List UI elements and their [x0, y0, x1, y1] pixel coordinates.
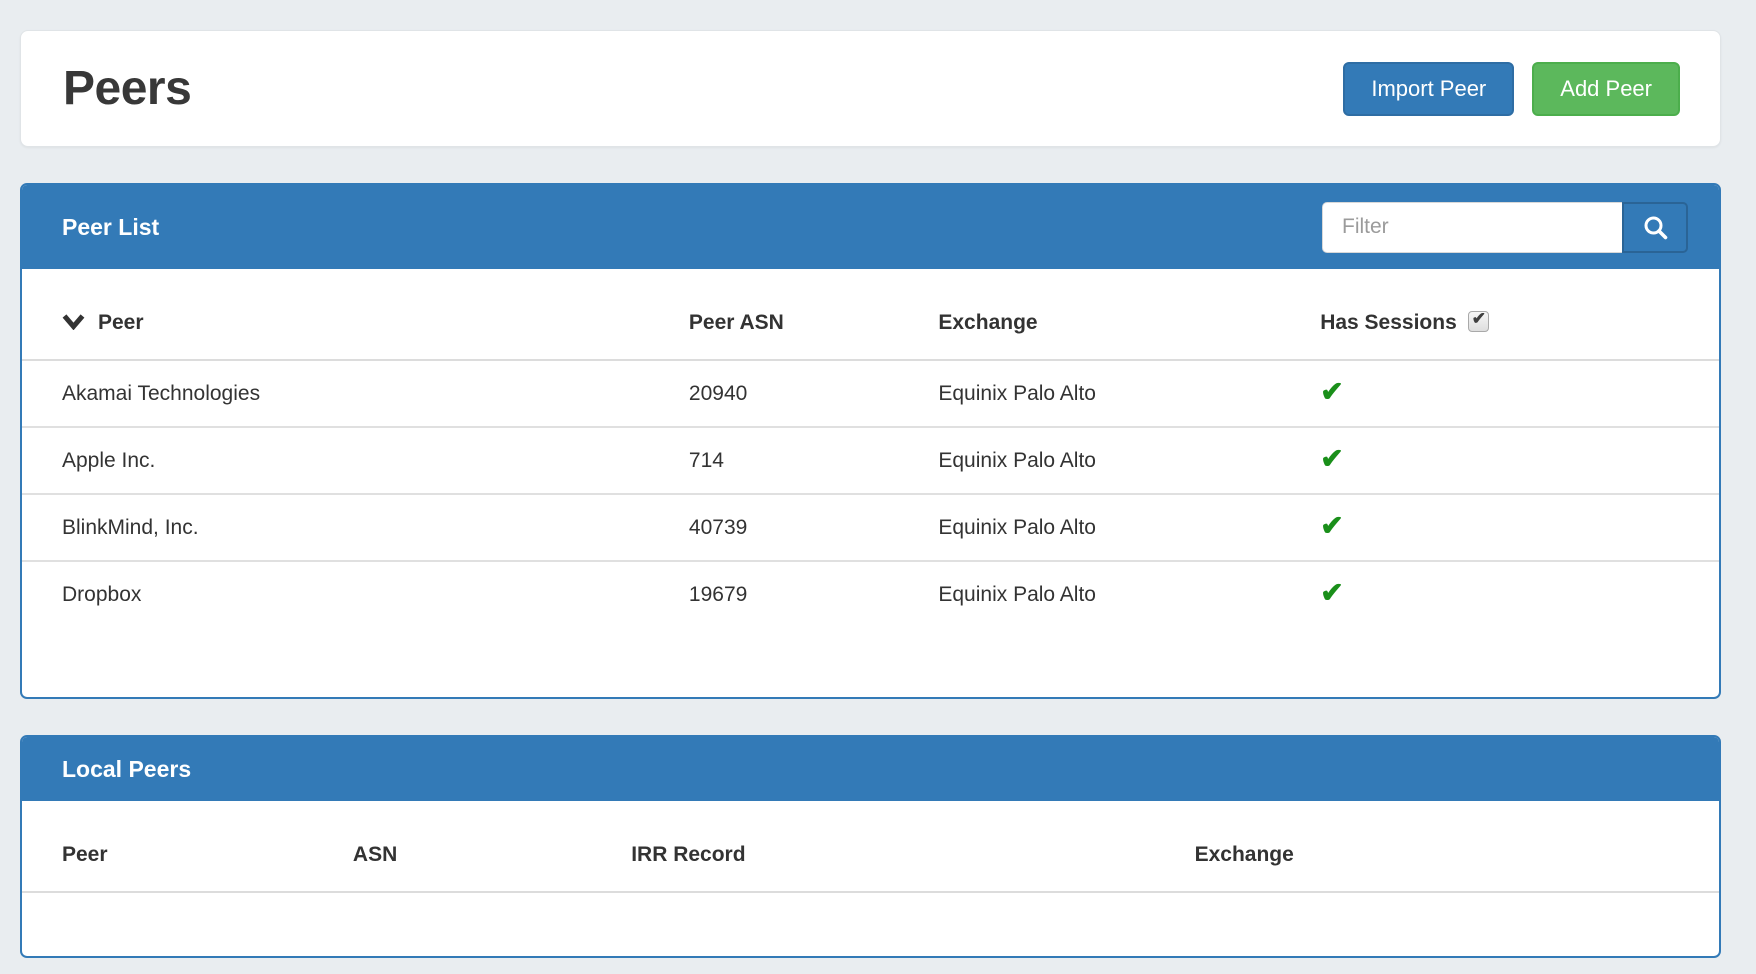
peer-has-sessions-cell	[1320, 427, 1719, 494]
peer-list-table: Peer Peer ASN Exchange Has Sessions Akam…	[22, 269, 1719, 627]
peer-list-title: Peer List	[62, 214, 159, 241]
peer-has-sessions-cell	[1320, 561, 1719, 627]
peer-table-row[interactable]: Dropbox 19679 Equinix Palo Alto	[22, 561, 1719, 627]
peer-asn-cell: 40739	[689, 494, 938, 561]
peer-exchange-cell: Equinix Palo Alto	[938, 494, 1320, 561]
column-label-local-exchange: Exchange	[1195, 843, 1294, 866]
peer-table-row[interactable]: Apple Inc. 714 Equinix Palo Alto	[22, 427, 1719, 494]
column-header-local-peer: Peer	[22, 801, 353, 892]
peer-table-row[interactable]: Akamai Technologies 20940 Equinix Palo A…	[22, 360, 1719, 427]
has-sessions-checkbox[interactable]	[1468, 311, 1489, 332]
check-icon	[1320, 510, 1343, 541]
check-icon	[1320, 443, 1343, 474]
column-header-peer-asn[interactable]: Peer ASN	[689, 269, 938, 360]
local-peers-panel: Local Peers Peer ASN IRR Record Exchange	[20, 735, 1721, 958]
peer-list-heading: Peer List	[22, 185, 1719, 269]
add-peer-button[interactable]: Add Peer	[1532, 62, 1680, 116]
peer-name-cell: Apple Inc.	[22, 427, 689, 494]
peer-table-row[interactable]: BlinkMind, Inc. 40739 Equinix Palo Alto	[22, 494, 1719, 561]
column-label-exchange: Exchange	[938, 311, 1037, 334]
local-peers-empty-row	[22, 892, 1719, 956]
peer-name-cell: Akamai Technologies	[22, 360, 689, 427]
peer-exchange-cell: Equinix Palo Alto	[938, 561, 1320, 627]
column-header-peer[interactable]: Peer	[22, 269, 689, 360]
peer-has-sessions-cell	[1320, 360, 1719, 427]
peer-list-bottom-spacer	[22, 627, 1719, 697]
filter-group	[1322, 202, 1688, 253]
page-title: Peers	[63, 61, 191, 116]
page-header-panel: Peers Import Peer Add Peer	[20, 30, 1721, 147]
local-peers-title: Local Peers	[62, 756, 191, 783]
column-header-has-sessions[interactable]: Has Sessions	[1320, 269, 1719, 360]
peer-asn-cell: 714	[689, 427, 938, 494]
peer-name-cell: Dropbox	[22, 561, 689, 627]
column-label-has-sessions: Has Sessions	[1320, 311, 1457, 334]
column-header-exchange[interactable]: Exchange	[938, 269, 1320, 360]
search-icon	[1642, 214, 1669, 241]
import-peer-button[interactable]: Import Peer	[1343, 62, 1514, 116]
peer-asn-cell: 19679	[689, 561, 938, 627]
local-peers-table: Peer ASN IRR Record Exchange	[22, 801, 1719, 956]
column-label-local-irr-record: IRR Record	[631, 843, 745, 866]
peer-asn-cell: 20940	[689, 360, 938, 427]
column-label-local-peer: Peer	[62, 843, 108, 866]
peer-exchange-cell: Equinix Palo Alto	[938, 427, 1320, 494]
search-button[interactable]	[1622, 202, 1688, 253]
peer-exchange-cell: Equinix Palo Alto	[938, 360, 1320, 427]
check-icon	[1320, 376, 1343, 407]
header-buttons: Import Peer Add Peer	[1343, 62, 1680, 116]
local-peers-heading: Local Peers	[22, 737, 1719, 801]
sort-chevron-down-icon	[62, 314, 85, 330]
column-header-local-asn: ASN	[353, 801, 631, 892]
page: Peers Import Peer Add Peer Peer List	[0, 0, 1756, 974]
peer-list-header-row: Peer Peer ASN Exchange Has Sessions	[22, 269, 1719, 360]
column-header-local-exchange: Exchange	[1195, 801, 1719, 892]
check-icon	[1320, 577, 1343, 608]
column-label-local-asn: ASN	[353, 843, 397, 866]
filter-input[interactable]	[1322, 202, 1622, 253]
local-peers-header-row: Peer ASN IRR Record Exchange	[22, 801, 1719, 892]
column-label-peer-asn: Peer ASN	[689, 311, 784, 334]
peer-list-panel: Peer List Peer	[20, 183, 1721, 699]
column-label-peer: Peer	[98, 311, 144, 334]
peer-name-cell: BlinkMind, Inc.	[22, 494, 689, 561]
column-header-local-irr-record: IRR Record	[631, 801, 1194, 892]
peer-has-sessions-cell	[1320, 494, 1719, 561]
